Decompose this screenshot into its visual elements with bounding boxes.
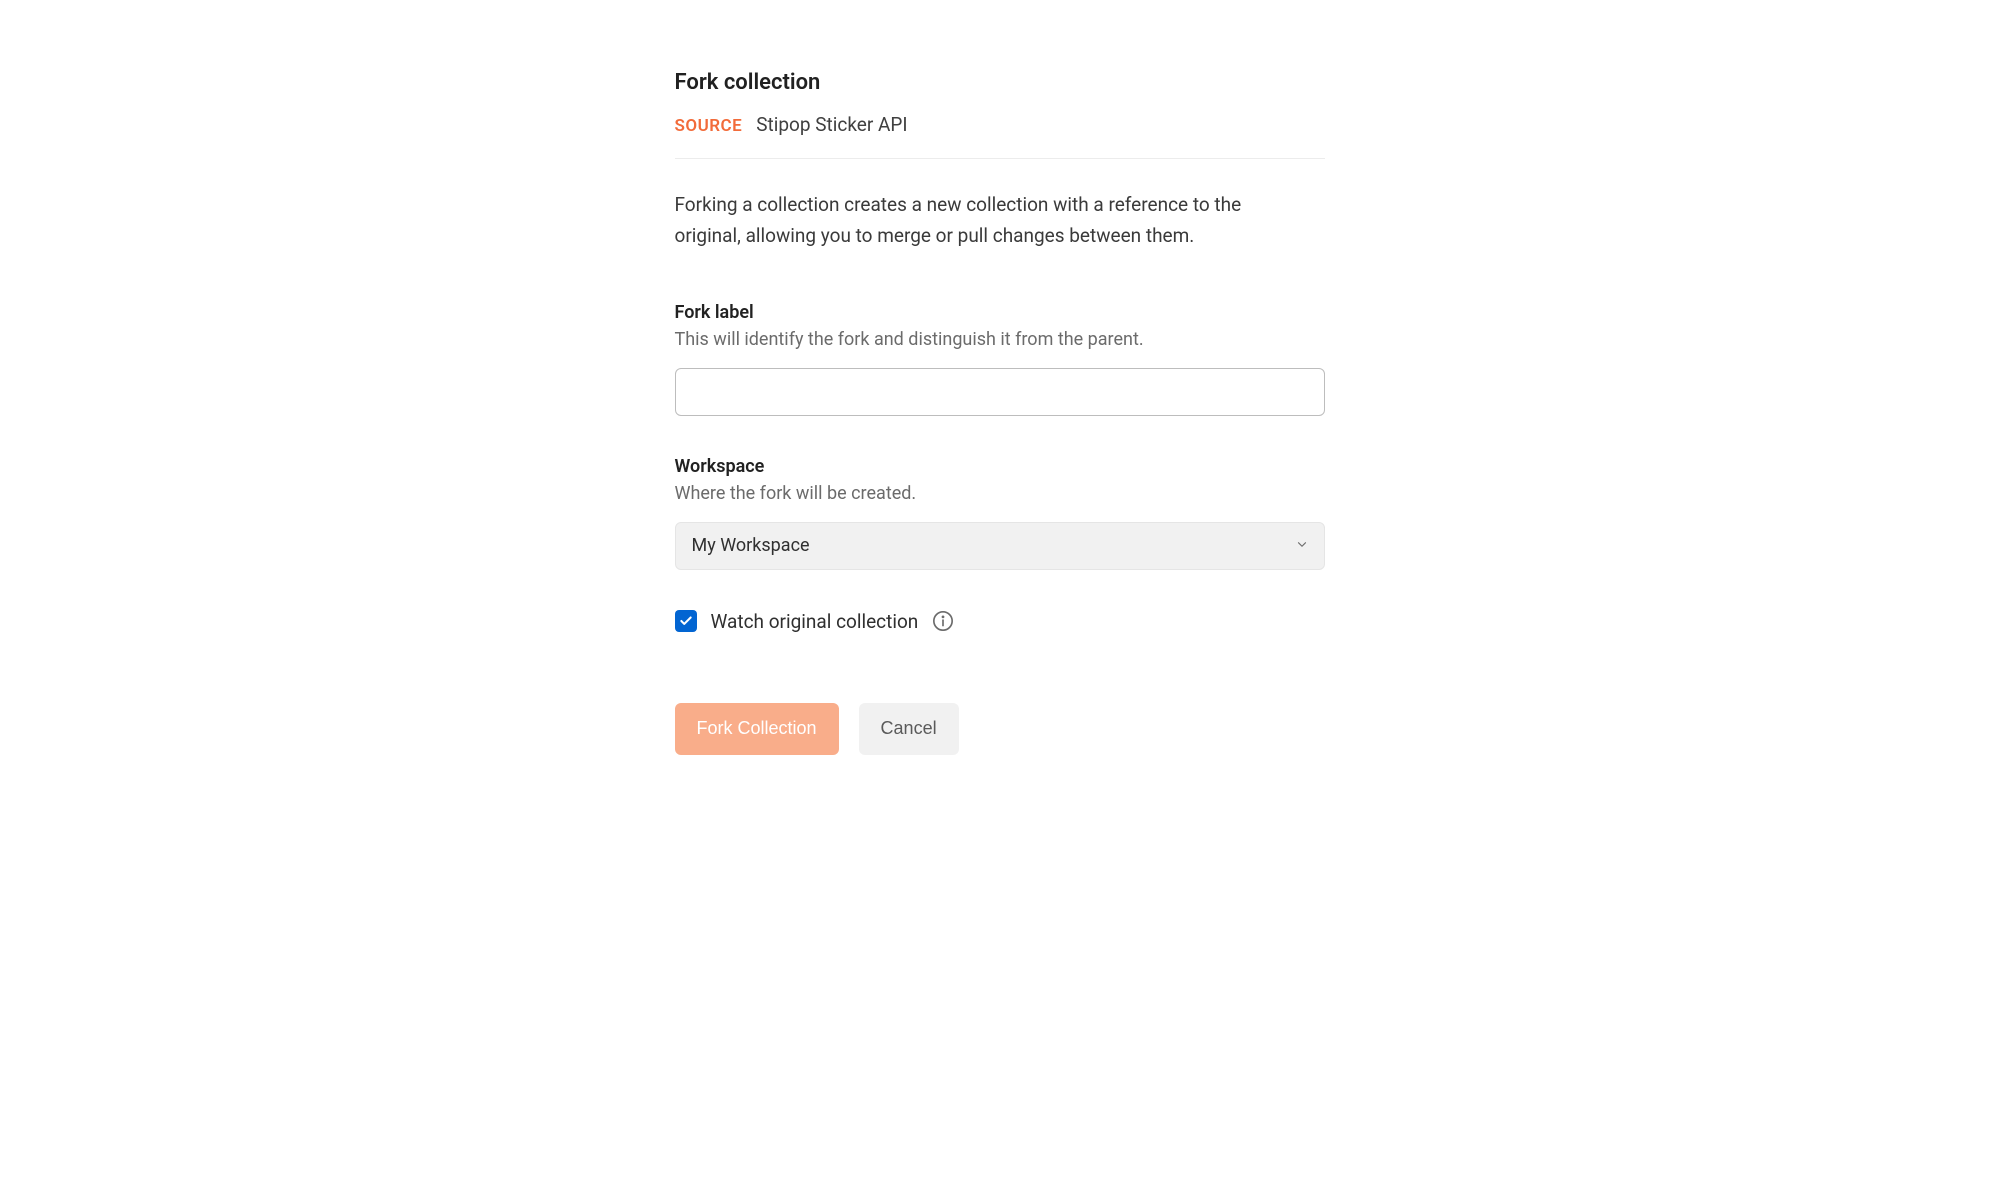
fork-label-label: Fork label bbox=[675, 302, 1325, 323]
cancel-button[interactable]: Cancel bbox=[859, 703, 959, 755]
dialog-title: Fork collection bbox=[675, 70, 1325, 95]
workspace-select-wrap: My Workspace bbox=[675, 522, 1325, 570]
button-row: Fork Collection Cancel bbox=[675, 703, 1325, 755]
workspace-label: Workspace bbox=[675, 456, 1325, 477]
workspace-help: Where the fork will be created. bbox=[675, 483, 1325, 504]
watch-original-row: Watch original collection bbox=[675, 610, 1325, 633]
workspace-field-group: Workspace Where the fork will be created… bbox=[675, 456, 1325, 570]
dialog-description: Forking a collection creates a new colle… bbox=[675, 189, 1275, 252]
fork-collection-button[interactable]: Fork Collection bbox=[675, 703, 839, 755]
watch-original-checkbox[interactable] bbox=[675, 610, 697, 632]
info-icon[interactable] bbox=[932, 610, 954, 632]
source-label: SOURCE bbox=[675, 116, 743, 136]
watch-original-label: Watch original collection bbox=[711, 610, 919, 633]
check-icon bbox=[679, 614, 693, 628]
fork-collection-dialog: Fork collection SOURCE Stipop Sticker AP… bbox=[665, 70, 1335, 755]
fork-label-input[interactable] bbox=[675, 368, 1325, 416]
workspace-select[interactable]: My Workspace bbox=[675, 522, 1325, 570]
fork-label-help: This will identify the fork and distingu… bbox=[675, 329, 1325, 350]
source-name: Stipop Sticker API bbox=[756, 113, 907, 136]
workspace-selected-value: My Workspace bbox=[692, 535, 810, 556]
source-row: SOURCE Stipop Sticker API bbox=[675, 113, 1325, 159]
fork-label-field-group: Fork label This will identify the fork a… bbox=[675, 302, 1325, 416]
